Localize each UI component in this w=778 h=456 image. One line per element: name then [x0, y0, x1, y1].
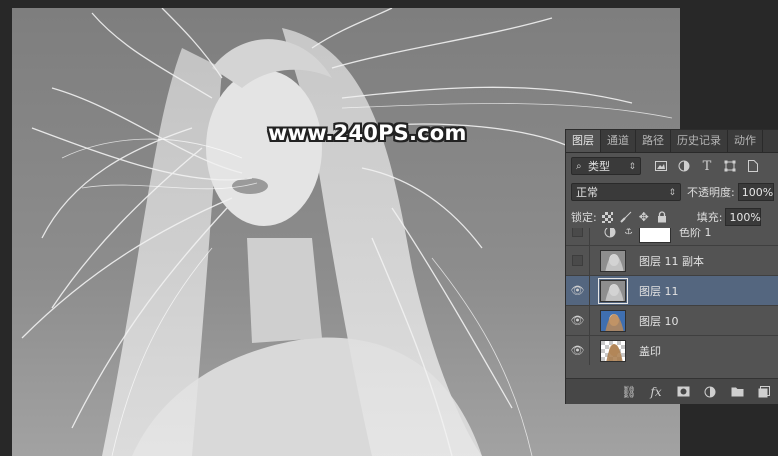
tab-history[interactable]: 历史记录 [671, 130, 728, 152]
hidden-box-icon [572, 255, 583, 266]
lock-position-icon[interactable]: ✥ [637, 210, 651, 224]
link-icon: ⚓ [624, 228, 633, 237]
layer-mask-thumbnail [638, 228, 671, 243]
new-layer-icon[interactable] [757, 385, 771, 399]
layer-name: 图层 10 [639, 314, 679, 328]
layers-list: ⚓ 色阶 1 图层 11 副本 👁 图层 11 👁 图层 10 👁 盖印 [566, 228, 778, 374]
layer-name: 色阶 1 [678, 228, 712, 239]
layer-row-layer-10[interactable]: 👁 图层 10 [566, 305, 778, 335]
filter-row: ⌕ 类型 ⇕ T [566, 153, 778, 179]
opacity-label: 不透明度: [687, 186, 735, 199]
opacity-input[interactable]: 100% [737, 183, 774, 201]
lock-transparent-pixels-icon[interactable] [601, 210, 615, 224]
layer-row-stamp[interactable]: 👁 盖印 [566, 335, 778, 365]
lock-label: 锁定: [571, 211, 597, 224]
tab-channels[interactable]: 通道 [601, 130, 636, 152]
layer-thumbnail [600, 339, 626, 362]
visibility-toggle[interactable] [566, 246, 590, 275]
watermark-text: www.240PS.com [268, 121, 467, 145]
tab-actions[interactable]: 动作 [728, 130, 763, 152]
new-adjustment-layer-icon[interactable] [703, 385, 717, 399]
blend-mode-value: 正常 [576, 186, 598, 199]
layer-row-layer-11-copy[interactable]: 图层 11 副本 [566, 245, 778, 275]
lock-image-pixels-icon[interactable] [619, 210, 633, 224]
eye-icon: 👁 [570, 344, 585, 357]
tab-paths[interactable]: 路径 [636, 130, 671, 152]
image-filter-icon[interactable] [653, 158, 669, 174]
tab-layers[interactable]: 图层 [566, 130, 601, 152]
layer-name: 图层 11 副本 [639, 254, 704, 268]
smart-object-filter-icon[interactable] [745, 158, 761, 174]
visibility-toggle[interactable]: 👁 [566, 276, 590, 305]
link-layers-icon[interactable]: ⛓ [621, 385, 636, 399]
chevron-updown-icon: ⇕ [668, 188, 676, 198]
layer-thumbnail [598, 277, 628, 304]
filter-type-label: 类型 [588, 160, 610, 173]
fx-icon[interactable]: fx [649, 385, 663, 399]
layer-thumbnail [600, 309, 626, 332]
lock-row: 锁定: ✥ 填充: 100% [566, 206, 778, 228]
adjustment-filter-icon[interactable] [676, 158, 692, 174]
visibility-toggle[interactable]: 👁 [566, 306, 590, 335]
add-mask-icon[interactable] [676, 385, 690, 399]
layer-thumbnail [600, 249, 626, 272]
folder-icon[interactable] [730, 385, 744, 399]
search-icon: ⌕ [576, 161, 582, 172]
hidden-box-icon [572, 228, 583, 237]
visibility-toggle[interactable]: 👁 [566, 336, 590, 365]
levels-adjustment-icon [604, 228, 616, 238]
chevron-updown-icon: ⇕ [628, 162, 636, 172]
layers-panel: 图层 通道 路径 历史记录 动作 ⌕ 类型 ⇕ T 正常 ⇕ 不透明度: 100… [565, 129, 778, 404]
eye-icon: 👁 [570, 284, 585, 297]
shape-filter-icon[interactable] [722, 158, 738, 174]
layer-name: 图层 11 [639, 284, 679, 298]
fill-label: 填充: [696, 211, 723, 224]
visibility-toggle[interactable] [566, 228, 590, 246]
blend-mode-dropdown[interactable]: 正常 ⇕ [571, 183, 681, 201]
filter-type-dropdown[interactable]: ⌕ 类型 ⇕ [571, 157, 641, 175]
layer-row-layer-11[interactable]: 👁 图层 11 [566, 275, 778, 305]
type-filter-icon[interactable]: T [699, 158, 715, 174]
panel-bottom-toolbar: ⛓ fx [566, 378, 778, 404]
eye-icon: 👁 [570, 314, 585, 327]
panel-tab-bar: 图层 通道 路径 历史记录 动作 [566, 130, 778, 153]
blend-row: 正常 ⇕ 不透明度: 100% [566, 180, 778, 204]
layer-name: 盖印 [639, 344, 661, 358]
layer-row-levels-1[interactable]: ⚓ 色阶 1 [566, 228, 778, 246]
fill-input[interactable]: 100% [725, 208, 762, 226]
lock-all-icon[interactable] [655, 210, 669, 224]
